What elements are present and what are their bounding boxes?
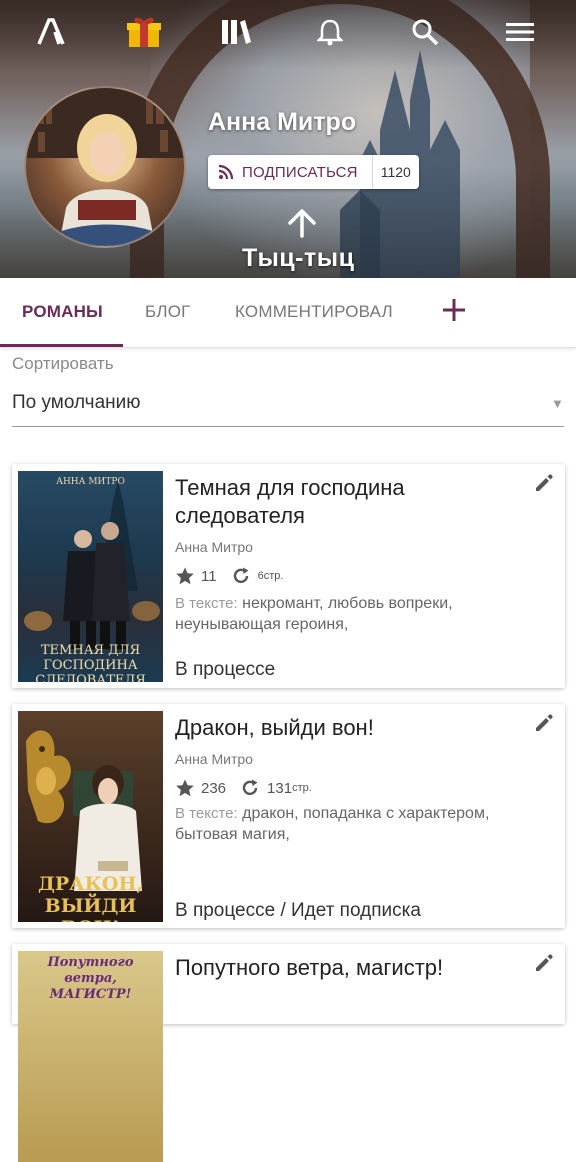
- edit-pencil-icon[interactable]: [533, 952, 555, 974]
- refresh-icon: [242, 779, 258, 796]
- cover-author: АННА МИТРО: [56, 477, 125, 487]
- bell-icon[interactable]: [308, 10, 352, 54]
- book-status: В процессе / Идет подписка: [175, 900, 421, 921]
- author-name[interactable]: Анна Митро: [208, 108, 356, 137]
- active-tab-indicator: [0, 344, 123, 347]
- menu-icon[interactable]: [498, 10, 542, 54]
- profile-header: Анна Митро ПОДПИСАТЬСЯ 1120 Тыц-тыц: [0, 0, 576, 278]
- tap-label: Тыц-тыц: [242, 244, 355, 272]
- pages-unit: стр.: [263, 570, 284, 582]
- tags-label: В тексте:: [175, 805, 238, 822]
- subscribe-label: ПОДПИСАТЬСЯ: [242, 163, 358, 181]
- cover-title: ДРАКОН, ВЫЙДИ ВОН!: [37, 873, 144, 922]
- book-cover[interactable]: Попутного ветра, МАГИСТР!: [18, 951, 163, 1162]
- subscribe-button[interactable]: ПОДПИСАТЬСЯ: [208, 155, 373, 189]
- tags-label: В тексте:: [175, 595, 238, 612]
- star-icon: [176, 779, 194, 797]
- book-cover[interactable]: ДРАКОН, ВЫЙДИ ВОН!: [18, 711, 163, 922]
- book-author[interactable]: Анна Митро: [175, 751, 253, 767]
- book-rating: 236: [201, 779, 227, 797]
- book-title[interactable]: Темная для господина следователя: [175, 474, 525, 530]
- tab-blog[interactable]: БЛОГ: [145, 302, 191, 322]
- book-tags: В тексте: дракон, попаданка с характером…: [175, 803, 555, 845]
- book-card[interactable]: АННА МИТРО ТЕМНАЯ ДЛЯ ГОСПОДИНА СЛЕДОВАТ…: [12, 464, 565, 688]
- book-author[interactable]: Анна Митро: [175, 539, 253, 555]
- book-stats: 11 6 стр.: [175, 566, 283, 586]
- book-status: В процессе: [175, 659, 276, 680]
- pages-unit: стр.: [292, 782, 312, 794]
- cover-title: ТЕМНАЯ ДЛЯ ГОСПОДИНА СЛЕДОВАТЕЛЯ: [35, 643, 146, 682]
- tab-novels[interactable]: РОМАНЫ: [22, 302, 103, 322]
- edit-pencil-icon[interactable]: [533, 712, 555, 734]
- book-card[interactable]: Попутного ветра, МАГИСТР! Попутного ветр…: [12, 944, 565, 1162]
- sort-select[interactable]: По умолчанию: [12, 392, 141, 414]
- library-icon[interactable]: [214, 10, 258, 54]
- cover-title: Попутного ветра, МАГИСТР!: [47, 955, 134, 1002]
- sort-label: Сортировать: [12, 354, 114, 373]
- book-rating: 11: [201, 567, 217, 585]
- book-card[interactable]: ДРАКОН, ВЫЙДИ ВОН! Дракон, выйди вон! Ан…: [12, 704, 565, 928]
- add-tab-plus-icon[interactable]: [438, 294, 470, 326]
- book-stats: 236 131 стр.: [175, 778, 312, 798]
- dropdown-caret-icon[interactable]: ▼: [551, 396, 564, 411]
- book-pages: 131: [267, 779, 293, 797]
- sort-divider: [12, 426, 564, 427]
- book-cover[interactable]: АННА МИТРО ТЕМНАЯ ДЛЯ ГОСПОДИНА СЛЕДОВАТ…: [18, 471, 163, 682]
- author-avatar[interactable]: [24, 86, 186, 248]
- edit-pencil-icon[interactable]: [533, 472, 555, 494]
- book-tags: В тексте: некромант, любовь вопреки, неу…: [175, 593, 555, 635]
- search-icon[interactable]: [403, 10, 447, 54]
- arrow-up-icon: [288, 209, 316, 238]
- gift-icon[interactable]: [122, 10, 166, 54]
- refresh-icon: [233, 567, 249, 584]
- star-icon: [176, 567, 194, 585]
- top-navigation: [0, 10, 576, 54]
- book-title[interactable]: Дракон, выйди вон!: [175, 714, 525, 742]
- logo-icon[interactable]: [30, 10, 74, 54]
- book-title[interactable]: Попутного ветра, магистр!: [175, 954, 525, 982]
- subscribers-count: 1120: [380, 164, 411, 180]
- tab-commented[interactable]: КОММЕНТИРОВАЛ: [235, 302, 393, 322]
- subscribe-widget: ПОДПИСАТЬСЯ 1120: [208, 155, 419, 189]
- rss-icon: [218, 164, 234, 180]
- profile-tabs: РОМАНЫ БЛОГ КОММЕНТИРОВАЛ: [0, 278, 576, 348]
